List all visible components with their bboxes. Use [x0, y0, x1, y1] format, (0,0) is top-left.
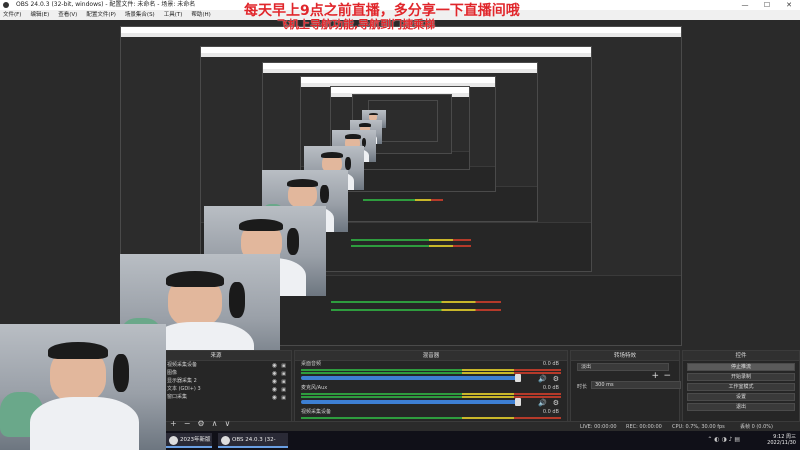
slider-handle[interactable]: [515, 374, 522, 382]
menu-tools[interactable]: 工具(T): [164, 10, 183, 20]
track-name: 麦克风/Aux: [301, 385, 328, 391]
menu-edit[interactable]: 编辑(E): [30, 10, 49, 20]
menu-file[interactable]: 文件(F): [3, 10, 21, 20]
close-button[interactable]: ✕: [778, 0, 800, 10]
window-controls: — ☐ ✕: [734, 0, 800, 10]
obs-screen: OBS 24.0.3 (32-bit, windows) - 配置文件: 未命名…: [0, 0, 800, 450]
settings-button[interactable]: 设置: [687, 393, 795, 401]
mixer-track: 麦克风/Aux 0.0 dB 🔊 ⚙: [295, 385, 567, 409]
track-name: 桌面音频: [301, 361, 322, 367]
level-meter: [301, 417, 561, 419]
track-db: 0.0 dB: [542, 361, 559, 367]
transition-select[interactable]: 淡出: [577, 363, 669, 371]
lock-icon[interactable]: ▣: [281, 394, 286, 402]
gear-icon[interactable]: ⚙: [553, 375, 559, 383]
exit-button[interactable]: 退出: [687, 403, 795, 411]
clock[interactable]: 9:12 周三 2022/11/30: [767, 431, 796, 450]
gear-icon[interactable]: ⚙: [553, 399, 559, 407]
menu-view[interactable]: 查看(V): [58, 10, 77, 20]
app-icon: [169, 436, 178, 445]
eye-icon[interactable]: ◉: [272, 394, 277, 402]
overlay-sub-text: 飞机上导航功能,导航到门捷乘梯: [277, 18, 436, 31]
track-db: 0.0 dB: [542, 409, 559, 415]
obs-logo-icon: [3, 2, 9, 8]
level-meter: [301, 369, 561, 371]
clock-date: 2022/11/30: [767, 440, 796, 446]
taskbar-item-obs[interactable]: OBS 24.0.3 (32-bit...: [218, 433, 288, 448]
menu-scene-collection[interactable]: 场景集合(S): [125, 10, 155, 20]
webcam-feed-main: [0, 324, 166, 450]
stop-streaming-button[interactable]: 停止推流: [687, 363, 795, 371]
add-icon[interactable]: +: [651, 371, 659, 381]
taskbar-item[interactable]: 2023年新版: [166, 433, 212, 448]
clock-time: 9:12 周三: [773, 434, 796, 440]
level-meter: [301, 393, 561, 395]
track-name: 视频采集设备: [301, 409, 332, 415]
remove-icon[interactable]: −: [663, 371, 671, 381]
move-down-icon[interactable]: ∨: [224, 419, 230, 428]
window-title: OBS 24.0.3 (32-bit, windows) - 配置文件: 未命名…: [16, 1, 196, 8]
duration-input[interactable]: 300 ms: [591, 381, 681, 389]
gear-icon[interactable]: ⚙: [197, 419, 204, 428]
system-tray[interactable]: ⌃ ◐ ◑ ♪ ▤: [707, 436, 740, 443]
controls-dock: 控件 停止推流 开始录制 工作室模式 设置 退出: [682, 350, 800, 430]
minimize-button[interactable]: —: [734, 0, 756, 10]
volume-slider[interactable]: [301, 398, 522, 406]
track-db: 0.0 dB: [542, 385, 559, 391]
level-meter: [301, 396, 561, 398]
level-meter: [301, 372, 561, 374]
start-recording-button[interactable]: 开始录制: [687, 373, 795, 381]
menu-help[interactable]: 帮助(H): [191, 10, 210, 20]
slider-handle[interactable]: [515, 398, 522, 406]
maximize-button[interactable]: ☐: [756, 0, 778, 10]
transitions-dock: 转场特效 淡出 + − 时长 300 ms: [570, 350, 681, 430]
transitions-title: 转场特效: [571, 351, 679, 361]
preview-canvas[interactable]: 每天早上9点之前直播，多分享一下直播间哦 飞机上导航功能,导航到门捷乘梯: [0, 3, 800, 372]
speaker-icon[interactable]: 🔊: [538, 375, 547, 383]
move-up-icon[interactable]: ∧: [212, 419, 218, 428]
mixer-track: 桌面音频 0.0 dB 🔊 ⚙: [295, 361, 567, 385]
menu-profile[interactable]: 配置文件(P): [86, 10, 116, 20]
mixer-dock: 混音器 桌面音频 0.0 dB 🔊 ⚙ 麦克风/Aux 0.0 dB 🔊 ⚙ 视…: [294, 350, 568, 430]
studio-mode-button[interactable]: 工作室模式: [687, 383, 795, 391]
obs-icon: [221, 436, 230, 445]
sources-toolbar: + − ⚙ ∧ ∨: [170, 419, 230, 428]
volume-slider[interactable]: [301, 374, 522, 382]
mixer-title: 混音器: [295, 351, 567, 361]
speaker-icon[interactable]: 🔊: [538, 399, 547, 407]
remove-icon[interactable]: −: [184, 419, 191, 428]
controls-title: 控件: [683, 351, 799, 361]
duration-label: 时长: [577, 384, 588, 390]
add-icon[interactable]: +: [170, 419, 177, 428]
